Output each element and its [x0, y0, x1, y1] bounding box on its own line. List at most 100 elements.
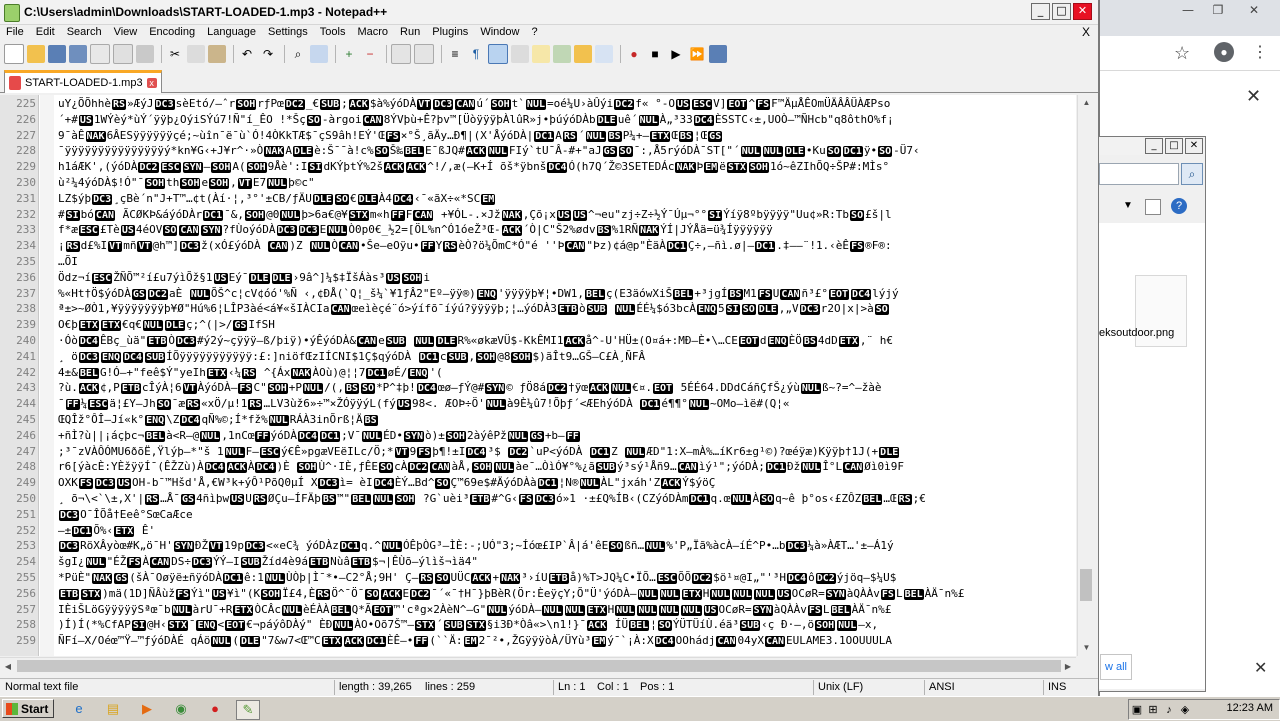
editor-line[interactable]: 237 %«Ht†Ö$ýóDÀ GS DC2 aÈ NUL ÕŠ^c¦cV¢óó'%Ñ ‹…	[0, 287, 1076, 303]
copy-icon[interactable]	[187, 45, 205, 63]
line-text[interactable]: ŒQÎž°ÔÎ–Jí«k° ENQ \Z DC4 qÑ%©;Í*fž% NUL RÁÀ3in…	[58, 413, 379, 426]
print-icon[interactable]	[136, 45, 154, 63]
close-icon[interactable]	[90, 44, 110, 64]
editor-line[interactable]: 242 4±& BEL G!Ó–+"feê$Ý"yeIh ETX ‹¼ RS ^{Áx NAK…	[0, 366, 1076, 382]
line-text[interactable]: ù²¼4ýóDÀ$!Ó"¯ SOH th SOH e SOH, VT E7 NUL þ©c"	[58, 176, 315, 189]
editor-area[interactable]: 225 uY¿ÕÕhhè RS »ÆýJ DC3 sèEtó/–ˆr SOH rƒPœ DC2 _…	[0, 95, 1076, 656]
show-all-chars-icon[interactable]: ¶	[467, 45, 485, 63]
menu-search[interactable]: Search	[61, 24, 108, 40]
line-text[interactable]: ´+# US 1WÝèý*ùÝ´ÿÿþ¿OýiSÝú7!Ñ"í_ÊO !*Šç SO -…	[58, 113, 894, 126]
editor-line[interactable]: 230 ù²¼4ýóDÀ$!Ó"¯ SOH th SOH e SOH, VT E7 NUL þ©c"	[0, 176, 1076, 192]
menu-settings[interactable]: Settings	[262, 24, 314, 40]
scroll-up-icon[interactable]: ▲	[1078, 95, 1095, 111]
file-explorer-icon[interactable]: ▤	[102, 700, 124, 718]
dialog-maximize-button[interactable]: □	[1165, 138, 1183, 154]
editor-line[interactable]: 227 9¯àÊ NAK 6ÂESÿÿÿÿÿÿçé;~ùîn¯ë¯ù`Ó!4ÒKkTÆ…	[0, 129, 1076, 145]
volume-icon[interactable]: ♪	[1161, 704, 1177, 716]
line-text[interactable]: )Í)Í(*%CfAP SI @H‹ STX ¯ ENQ < EOT €¬páýôDÀý" ÈÐ…	[58, 618, 878, 632]
notepadpp-app-icon[interactable]	[4, 4, 20, 22]
menu-language[interactable]: Language	[201, 24, 262, 40]
line-text[interactable]: h1áÆK',(ýóDÀ DC2 ESC SYN – SOH A(SOH 9Åè':I SI dK…	[58, 160, 889, 174]
scroll-down-icon[interactable]: ▼	[1078, 640, 1095, 656]
udl-icon[interactable]	[511, 45, 529, 63]
editor-line[interactable]: 250 ¸ õ¬\<`\±,X'| RS …Å¯ GS 4ñìþw US U RS ØÇu–ÍFÄ…	[0, 492, 1076, 508]
dialog-title-bar[interactable]: _ □ ✕	[1099, 137, 1205, 155]
line-text[interactable]: f*æ ESC £Tè US 4éOV SO CAN SYN ?fÙoýóDÀ DC3 DC3 E NU…	[58, 223, 773, 237]
close-document-button[interactable]: X	[1082, 24, 1090, 40]
record-macro-icon[interactable]: ●	[625, 45, 643, 63]
play-multiple-icon[interactable]: ⏩	[688, 45, 706, 63]
line-text[interactable]: DC3 RöXÂyòœ#K„ö¯H' SYN ÐŽ VT 19p DC3 <«eC¾ ýóDÀ…	[58, 539, 894, 553]
system-clock[interactable]: 12:23 AM	[1227, 702, 1273, 714]
editor-line[interactable]: 244 ¯ FF ¼ ESC ä¦£Y–Jh SO ¯æ RS «xÖ/µ!1 RS …LV3ùž6»…	[0, 397, 1076, 413]
editor-line[interactable]: 251 DC3 O¯ÎÕå†Eeê°SœCaÆce	[0, 508, 1076, 524]
start-button[interactable]: Start	[2, 699, 54, 718]
word-wrap-icon[interactable]: ≡	[446, 45, 464, 63]
show-all-downloads-button[interactable]: w all	[1100, 654, 1132, 680]
status-insert-mode[interactable]: INS	[1048, 681, 1066, 693]
title-bar[interactable]: C:\Users\admin\Downloads\START-LOADED-1.…	[0, 0, 1098, 25]
editor-line[interactable]: 249 OXK FS DC3 US OH-b¯™Hšd'Å,€W³k+ýÔ¹PõQ0µÍ …	[0, 476, 1076, 492]
line-text[interactable]: šgI¿ NUL "ÉŽ FS À CAN DS÷ DC3 ÝÝ–I SUB Žíd4è9á ETB N…	[58, 555, 478, 569]
view-dropdown-icon[interactable]: ▼	[1123, 200, 1133, 211]
line-text[interactable]: %«Ht†Ö$ýóDÀ GS DC2 aÈ NUL ÕŠ^c¦cV¢óó'%Ñ ‹,¢Ð…	[58, 287, 899, 300]
status-eol[interactable]: Unix (LF)	[818, 681, 863, 693]
find-icon[interactable]: ⌕	[289, 45, 307, 63]
browser-minimize-button[interactable]: —	[1178, 3, 1198, 17]
line-text[interactable]: uY¿ÕÕhhè RS »ÆýJ DC3 sèEtó/–ˆr SOH rƒPœ DC2 _€ SU…	[58, 97, 890, 110]
editor-line[interactable]: 238 ª±>~ØÒ1,¥ÿÿÿÿÿÿÿþ¥Ø"Hú%6¦LÎP3àé<á¥«šI…	[0, 302, 1076, 318]
file-name-label[interactable]: eksoutdoor.png	[1099, 327, 1174, 339]
horizontal-scrollbar[interactable]: ◀ ▶	[0, 657, 1076, 675]
menu-view[interactable]: View	[108, 24, 144, 40]
editor-line[interactable]: 229 h1áÆK',(ýóDÀ DC2 ESC SYN – SOH A(SOH 9Åè':I S…	[0, 160, 1076, 176]
editor-line[interactable]: 232 # SI bó CAN ÃCØKÞ&áýóDÀr DC1 ¯&, SOH @0 NUL þ>…	[0, 208, 1076, 224]
dialog-minimize-button[interactable]: _	[1145, 138, 1163, 154]
editor-line[interactable]: 231 LZ$ýþ DC3 ¸çBè´n"J+T™…¢t(Àí·¦,³°'±CB/ƒÄ…	[0, 192, 1076, 208]
editor-line[interactable]: 257 IÈiŠLöGÿÿÿÿÿSªœ¯b NUL àrU¯+R ETX ÒCÂc NUL è…	[0, 603, 1076, 619]
menu-window[interactable]: Window	[474, 24, 525, 40]
editor-line[interactable]: 240 ·Óò DC4 ÊBç_ùä" ETB Ò DC3 #ý2ý~çÿÿÿ–ß/þiÿ)•…	[0, 334, 1076, 350]
chrome-icon[interactable]: ◉	[170, 700, 192, 718]
function-list-icon[interactable]	[553, 45, 571, 63]
line-text[interactable]: ?ù. ACK ¢,P ETB cÎýÀ¦6 VT ÀýóDÀ– FS C" SOH +P NUL/(…	[58, 381, 882, 395]
cut-icon[interactable]: ✂	[166, 45, 184, 63]
maximize-button[interactable]: □	[1052, 3, 1071, 20]
line-text[interactable]: ETB STX)mä(1D]ÑÂùž FS Ýì" US ¥ì"(K SOH Ï£4,È RS Ö…	[58, 587, 964, 600]
editor-line[interactable]: 248 r6[ýàcÈ:YÈžÿÿÍ¯(ÊŽZù)À DC4 ACK À DC4)È SO…	[0, 460, 1076, 476]
menu-macro[interactable]: Macro	[351, 24, 394, 40]
editor-line[interactable]: 252 –± DC1 Õ%‹ ETX Ê'	[0, 524, 1076, 540]
tab-close-icon[interactable]: x	[146, 78, 157, 88]
download-bar-close-icon[interactable]: ✕	[1254, 658, 1267, 677]
editor-line[interactable]: 254 šgI¿ NUL "ÉŽ FS À CAN DS÷ DC3 ÝÝ–I SUB Žíd4è9á E…	[0, 555, 1076, 571]
redo-icon[interactable]: ↷	[259, 45, 277, 63]
zoom-out-icon[interactable]: −	[361, 45, 379, 63]
play-macro-icon[interactable]: ▶	[667, 45, 685, 63]
menu-run[interactable]: Run	[394, 24, 426, 40]
editor-line[interactable]: 225 uY¿ÕÕhhè RS »ÆýJ DC3 sèEtó/–ˆr SOH rƒPœ DC2 _…	[0, 97, 1076, 113]
doc-map-icon[interactable]	[532, 45, 550, 63]
menu-plugins[interactable]: Plugins	[426, 24, 474, 40]
editor-line[interactable]: 228 ¯ÿÿÿÿÿÿÿÿÿÿÿÿÿÿÿý*kn¥G‹+J¥r^·»Ò NAK A DL…	[0, 144, 1076, 160]
menu-file[interactable]: File	[0, 24, 30, 40]
editor-line[interactable]: 235 …ÕI	[0, 255, 1076, 271]
line-text[interactable]: ¯ FF ¼ ESC ä¦£Y–Jh SO ¯æ RS «xÖ/µ!1 RS …LV3ùž6»÷™×…	[58, 397, 789, 411]
line-text[interactable]: 4±& BEL G!Ó–+"feê$Ý"yeIh ETX ‹¼ RS ^{Áx NAK ÀOù…	[58, 366, 443, 379]
indent-guide-icon[interactable]	[488, 44, 508, 64]
zoom-in-icon[interactable]: +	[340, 45, 358, 63]
security-shield-icon[interactable]: ◈	[1177, 703, 1193, 716]
bookmark-star-icon[interactable]: ☆	[1174, 43, 1190, 64]
editor-line[interactable]: 236 Ödz¬í ESC ŽÑÕ™²í£u7ýìÕž§1 US Eý¯ DLE DLE ›9â…	[0, 271, 1076, 287]
sync-v-icon[interactable]	[391, 44, 411, 64]
editor-line[interactable]: 243 ?ù. ACK ¢,P ETB cÎýÀ¦6 VT ÀýóDÀ– FS C" SOH +P NU…	[0, 381, 1076, 397]
line-text[interactable]: ¸ õ¬\<`\±,X'| RS …Å¯ GS 4ñìþw US U RS ØÇu–ÍFÄþ BS…	[58, 492, 926, 505]
line-text[interactable]: ª±>~ØÒ1,¥ÿÿÿÿÿÿÿþ¥Ø"Hú%6¦LÎP3àé<á¥«šIÀCI…	[58, 302, 890, 316]
replace-icon[interactable]	[310, 45, 328, 63]
browser-menu-icon[interactable]: ⋮	[1252, 42, 1268, 62]
line-text[interactable]: ¡ RS d£%I VT mñ VT @h™] DC3 ž(xÓ£ýóDÀ CAN)Z NUL Ò…	[58, 239, 892, 253]
editor-line[interactable]: 246 +ñÌ?ù||¡áçþc¬ BEL à<R–@ NUL ,1nCœ FF ýóDÀ DC…	[0, 429, 1076, 445]
line-text[interactable]: –± DC1 Õ%‹ ETX Ê'	[58, 524, 155, 537]
dialog-search-icon[interactable]: ⌕	[1181, 163, 1203, 185]
line-text[interactable]: …ÕI	[58, 255, 78, 268]
panel-close-icon[interactable]: ✕	[1246, 86, 1261, 107]
line-text[interactable]: LZ$ýþ DC3 ¸çBè´n"J+T™…¢t(Àí·¦,³°'±CB/ƒÄU DL…	[58, 192, 496, 205]
